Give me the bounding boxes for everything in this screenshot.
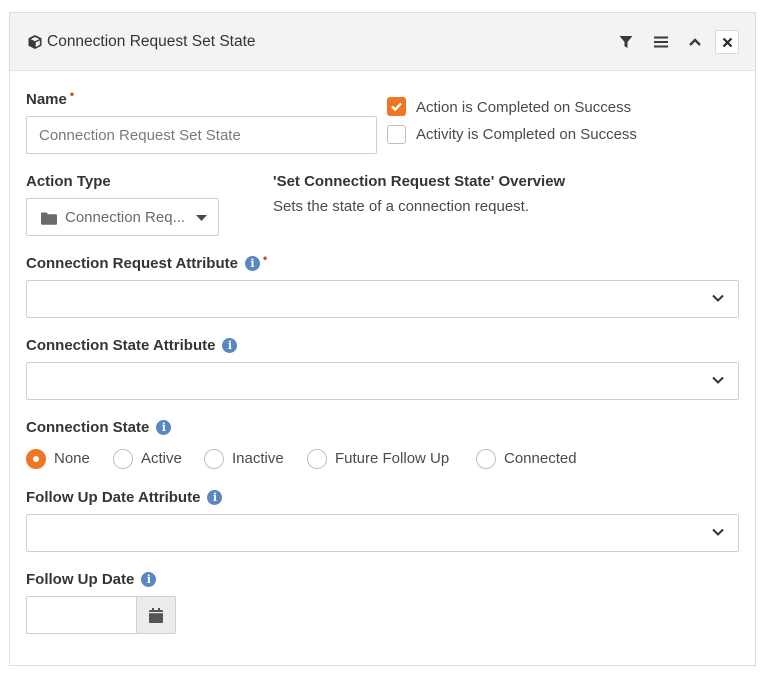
action-type-label: Action Type	[26, 173, 111, 190]
connection-request-attribute-label: Connection Request Attribute i •	[26, 251, 268, 272]
activity-completed-label: Activity is Completed on Success	[416, 126, 637, 143]
action-type-value: Connection Req...	[65, 209, 186, 226]
close-icon	[722, 37, 732, 47]
action-completed-checkbox[interactable]	[387, 97, 406, 116]
calendar-button[interactable]	[136, 596, 176, 634]
radio-future-follow-up[interactable]	[307, 449, 327, 469]
menu-button[interactable]	[649, 30, 673, 54]
radio-future-follow-up-label[interactable]: Future Follow Up	[335, 450, 449, 467]
cube-icon	[28, 35, 42, 49]
name-label: Name •	[26, 87, 75, 108]
action-completed-label: Action is Completed on Success	[416, 99, 632, 116]
filter-button[interactable]	[614, 30, 638, 54]
overview-title: 'Set Connection Request State' Overview	[273, 173, 566, 190]
chevron-down-icon	[712, 376, 724, 384]
activity-completed-checkbox[interactable]	[387, 125, 406, 144]
info-icon[interactable]: i	[222, 338, 238, 353]
info-icon[interactable]: i	[244, 256, 260, 271]
chevron-up-icon	[689, 38, 701, 46]
follow-up-date-attribute-select[interactable]	[26, 514, 739, 552]
info-icon[interactable]: i	[156, 420, 172, 435]
info-icon[interactable]: i	[141, 572, 157, 587]
connection-state-attribute-label: Connection State Attribute i	[26, 337, 238, 354]
chevron-down-icon	[712, 294, 724, 302]
name-input[interactable]	[26, 116, 377, 154]
panel-title: Connection Request Set State	[47, 33, 256, 50]
folder-icon	[41, 212, 57, 225]
menu-icon	[654, 36, 668, 48]
follow-up-date-attribute-label: Follow Up Date Attribute i	[26, 489, 223, 506]
filter-icon	[619, 36, 633, 48]
collapse-button[interactable]	[683, 30, 707, 54]
radio-active-label[interactable]: Active	[141, 450, 182, 467]
action-type-dropdown[interactable]: Connection Req...	[26, 198, 219, 236]
connection-state-label: Connection State i	[26, 419, 172, 436]
connection-request-attribute-select[interactable]	[26, 280, 739, 318]
radio-connected-label[interactable]: Connected	[504, 450, 577, 467]
panel-header: Connection Request Set State	[10, 13, 755, 71]
info-icon[interactable]: i	[207, 490, 223, 505]
required-marker: •	[69, 87, 75, 101]
chevron-down-icon	[712, 528, 724, 536]
checkmark-icon	[391, 102, 402, 112]
overview-description: Sets the state of a connection request.	[273, 198, 529, 215]
radio-active[interactable]	[113, 449, 133, 469]
radio-inactive-label[interactable]: Inactive	[232, 450, 284, 467]
calendar-icon	[149, 607, 163, 623]
required-marker: •	[262, 251, 268, 265]
radio-connected[interactable]	[476, 449, 496, 469]
follow-up-date-input[interactable]	[26, 596, 137, 634]
follow-up-date-picker	[26, 596, 176, 634]
follow-up-date-label: Follow Up Date i	[26, 571, 157, 588]
close-button[interactable]	[715, 30, 739, 54]
radio-none-label[interactable]: None	[54, 450, 90, 467]
caret-down-icon	[196, 215, 207, 221]
connection-state-attribute-select[interactable]	[26, 362, 739, 400]
radio-none[interactable]	[26, 449, 46, 469]
radio-inactive[interactable]	[204, 449, 224, 469]
